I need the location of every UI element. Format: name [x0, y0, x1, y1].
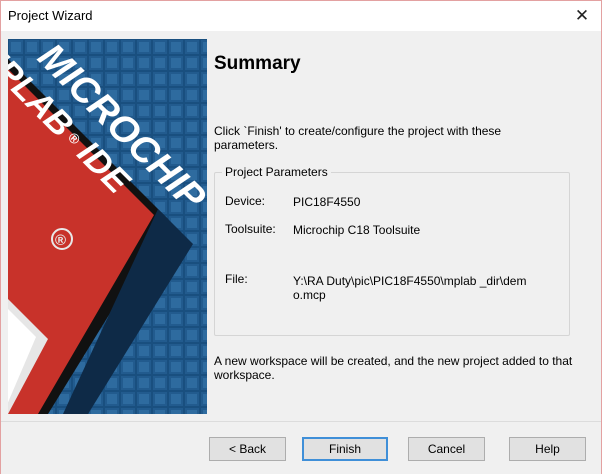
intro-text: Click `Finish' to create/configure the p… — [214, 124, 502, 152]
close-button[interactable]: ✕ — [563, 1, 601, 31]
toolsuite-label: Toolsuite: — [225, 222, 276, 236]
device-label: Device: — [225, 194, 266, 208]
mplab-logo-image: ® MICROCHIP MPLAB ® IDE — [8, 39, 207, 414]
project-wizard-window: Project Wizard ✕ ® MICROCHIP MPLAB ® IDE… — [0, 0, 602, 474]
workspace-note: A new workspace will be created, and the… — [214, 354, 573, 382]
cancel-button[interactable]: Cancel — [408, 437, 485, 461]
file-label: File: — [225, 272, 248, 286]
group-title: Project Parameters — [222, 165, 331, 179]
finish-button[interactable]: Finish — [302, 437, 388, 461]
toolsuite-value: Microchip C18 Toolsuite — [293, 223, 421, 237]
device-value: PIC18F4550 — [293, 195, 361, 209]
button-bar: < Back Finish Cancel Help — [1, 422, 601, 474]
title-bar: Project Wizard ✕ — [1, 1, 601, 31]
close-icon: ✕ — [574, 6, 590, 25]
page-title: Summary — [214, 53, 301, 74]
help-button[interactable]: Help — [509, 437, 586, 461]
registered-mark: ® — [55, 232, 66, 249]
back-button[interactable]: < Back — [209, 437, 286, 461]
mplab-ide-banner: ® MICROCHIP MPLAB ® IDE — [8, 39, 207, 414]
project-parameters-group: Project Parameters Device: PIC18F4550 To… — [214, 165, 570, 336]
file-value: Y:\RA Duty\pic\PIC18F4550\mplab _dir\dem… — [293, 274, 527, 302]
wizard-content: ® MICROCHIP MPLAB ® IDE Summary Click `F… — [1, 31, 601, 421]
window-title: Project Wizard — [8, 8, 93, 23]
